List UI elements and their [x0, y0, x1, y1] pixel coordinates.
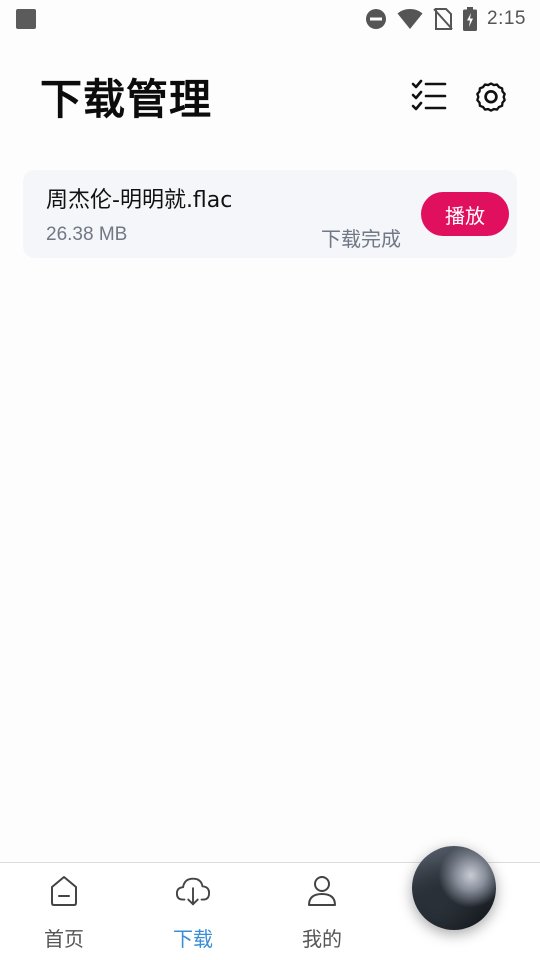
status-time: 2:15: [487, 8, 526, 29]
do-not-disturb-icon: [366, 9, 387, 29]
checklist-icon: [411, 79, 447, 111]
user-icon: [304, 873, 340, 909]
nav-item-mine[interactable]: 我的: [272, 873, 372, 953]
header-actions: [410, 77, 510, 115]
notification-square-icon: [16, 9, 36, 29]
nav-item-download[interactable]: 下载: [143, 873, 243, 953]
home-icon: [46, 873, 82, 909]
battery-charging-icon: [463, 7, 478, 31]
now-playing-album-cover[interactable]: [412, 846, 496, 930]
file-size: 26.38 MB: [46, 224, 128, 245]
nav-item-home[interactable]: 首页: [14, 873, 114, 953]
nav-label-download: 下载: [173, 927, 213, 951]
batch-manage-button[interactable]: [410, 77, 448, 115]
settings-button[interactable]: [472, 77, 510, 115]
download-item[interactable]: 周杰伦-明明就.flac 26.38 MB 下载完成 播放: [23, 170, 517, 258]
page-header: 下载管理: [0, 62, 540, 130]
play-button[interactable]: 播放: [421, 192, 509, 236]
page-title: 下载管理: [40, 74, 213, 124]
status-bar: 2:15: [0, 0, 540, 38]
nav-label-mine: 我的: [302, 927, 342, 951]
wifi-icon: [397, 9, 423, 29]
no-sim-icon: [433, 8, 453, 30]
file-name: 周杰伦-明明就.flac: [46, 188, 233, 213]
download-status: 下载完成: [321, 227, 401, 251]
gear-icon: [476, 82, 506, 112]
status-icons: 2:15: [365, 7, 526, 31]
cloud-download-icon: [175, 873, 211, 909]
nav-label-home: 首页: [44, 927, 84, 951]
